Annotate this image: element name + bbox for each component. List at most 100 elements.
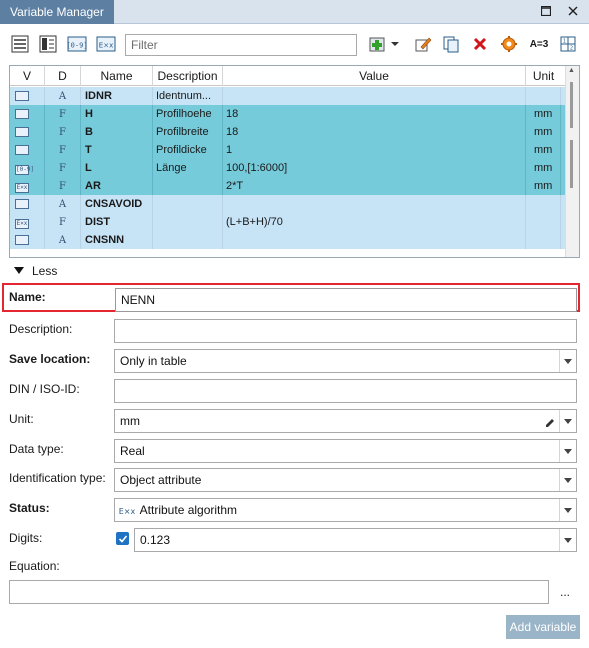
- cell-value: 18: [223, 105, 526, 123]
- chevron-down-icon[interactable]: [559, 529, 576, 551]
- close-icon[interactable]: [564, 3, 582, 21]
- chevron-down-icon[interactable]: [559, 350, 576, 372]
- variable-kind-icon: [15, 235, 29, 245]
- table-row[interactable]: A CNSNN: [10, 231, 566, 249]
- delete-icon[interactable]: [469, 33, 491, 55]
- cell-unit: [526, 87, 561, 105]
- cell-name: B: [81, 123, 153, 141]
- toolbar: [0-9] E×x A=3 12: [0, 24, 589, 62]
- cell-unit: [526, 213, 561, 231]
- digits-label: Digits:: [9, 531, 43, 545]
- variables-table[interactable]: V D Name Description Value Unit A IDNR Ide…: [9, 65, 580, 258]
- digits-value: 0.123: [140, 533, 171, 547]
- data-type-select[interactable]: Real: [114, 439, 577, 463]
- expression-icon[interactable]: E×x: [95, 33, 117, 55]
- chevron-down-icon[interactable]: [559, 440, 576, 462]
- detail-view-icon[interactable]: [37, 33, 59, 55]
- digits-select[interactable]: 0.123: [134, 528, 577, 552]
- unit-value: mm: [120, 414, 140, 428]
- cell-description: Profildicke: [153, 141, 223, 159]
- calculator-icon[interactable]: 12: [557, 33, 579, 55]
- name-field[interactable]: NENN: [115, 288, 577, 312]
- chevron-down-icon[interactable]: [559, 469, 576, 491]
- cell-description: [153, 213, 223, 231]
- table-row[interactable]: A IDNR Identnum...: [10, 87, 566, 105]
- less-toggle[interactable]: Less: [14, 264, 57, 278]
- cell-unit: mm: [526, 159, 561, 177]
- table-row[interactable]: A CNSAVOID: [10, 195, 566, 213]
- column-header-value[interactable]: Value: [223, 66, 526, 86]
- equation-more-button[interactable]: ...: [560, 585, 570, 599]
- cell-name: L: [81, 159, 153, 177]
- column-header-description[interactable]: Description: [153, 66, 223, 86]
- chevron-down-icon[interactable]: [388, 33, 402, 55]
- maximize-icon[interactable]: [537, 3, 555, 21]
- variable-kind-icon: [10, 105, 45, 123]
- table-row[interactable]: F T Profildicke 1 mm: [10, 141, 566, 159]
- filter-input[interactable]: [125, 34, 357, 56]
- variable-kind-icon: [15, 91, 29, 101]
- cell-name: H: [81, 105, 153, 123]
- save-location-value: Only in table: [120, 354, 187, 368]
- chevron-down-icon[interactable]: [559, 499, 576, 521]
- cell-description: [153, 231, 223, 249]
- cell-name: T: [81, 141, 153, 159]
- unit-label: Unit:: [9, 412, 34, 426]
- identification-type-value: Object attribute: [120, 473, 202, 487]
- cell-value: (L+B+H)/70: [223, 213, 526, 231]
- table-row[interactable]: E×x F DIST (L+B+H)/70: [10, 213, 566, 231]
- cell-value: [223, 231, 526, 249]
- variable-kind-icon: [15, 109, 29, 119]
- column-header-unit[interactable]: Unit: [526, 66, 561, 86]
- add-variable-button[interactable]: Add variable: [506, 615, 580, 639]
- assign-value-button[interactable]: A=3: [526, 33, 552, 55]
- pencil-icon[interactable]: [544, 414, 556, 436]
- chevron-down-icon[interactable]: [559, 410, 576, 432]
- data-type-icon: F: [59, 145, 66, 156]
- data-type-icon: F: [59, 163, 66, 174]
- variable-kind-icon: E×x: [10, 213, 45, 231]
- cell-description: [153, 195, 223, 213]
- digits-checkbox[interactable]: [116, 532, 129, 545]
- cell-value: [223, 87, 526, 105]
- table-row[interactable]: F H Profilhoehe 18 mm: [10, 105, 566, 123]
- description-field[interactable]: [114, 319, 577, 343]
- value-range-icon[interactable]: [0-9]: [66, 33, 88, 55]
- cell-unit: mm: [526, 177, 561, 195]
- column-header-v[interactable]: V: [10, 66, 45, 86]
- svg-text:E×x: E×x: [119, 507, 135, 516]
- copy-icon[interactable]: [440, 33, 462, 55]
- table-row[interactable]: F B Profilbreite 18 mm: [10, 123, 566, 141]
- equation-field[interactable]: [9, 580, 549, 604]
- variable-kind-icon: [10, 141, 45, 159]
- column-header-name[interactable]: Name: [81, 66, 153, 86]
- table-scrollbar[interactable]: ▲: [565, 66, 579, 257]
- window-title: Variable Manager: [0, 0, 114, 24]
- data-type-label: Data type:: [9, 442, 64, 456]
- variable-kind-icon: [10, 87, 45, 105]
- edit-icon[interactable]: [412, 33, 434, 55]
- variable-kind-icon: E×x: [10, 177, 45, 195]
- identification-type-select[interactable]: Object attribute: [114, 468, 577, 492]
- triangle-down-icon: [14, 267, 24, 274]
- cell-value: 100,[1:6000]: [223, 159, 526, 177]
- table-row[interactable]: [0-9] F L Länge 100,[1:6000] mm: [10, 159, 566, 177]
- settings-icon[interactable]: [498, 33, 520, 55]
- variable-kind-icon: [0-9]: [15, 165, 35, 175]
- cell-name: IDNR: [81, 87, 153, 105]
- data-type-icon: A: [58, 199, 67, 210]
- save-location-select[interactable]: Only in table: [114, 349, 577, 373]
- add-variable-icon[interactable]: [366, 33, 388, 55]
- unit-select[interactable]: mm: [114, 409, 577, 433]
- list-view-icon[interactable]: [9, 33, 31, 55]
- svg-text:[0-9]: [0-9]: [67, 42, 87, 50]
- table-row[interactable]: E×x F AR 2*T mm: [10, 177, 566, 195]
- cell-unit: mm: [526, 141, 561, 159]
- cell-name: CNSAVOID: [81, 195, 153, 213]
- cell-description: Profilbreite: [153, 123, 223, 141]
- variable-kind-icon: E×x: [15, 219, 29, 229]
- din-iso-field[interactable]: [114, 379, 577, 403]
- status-select[interactable]: E×x Attribute algorithm: [114, 498, 577, 522]
- cell-description: [153, 177, 223, 195]
- column-header-d[interactable]: D: [45, 66, 81, 86]
